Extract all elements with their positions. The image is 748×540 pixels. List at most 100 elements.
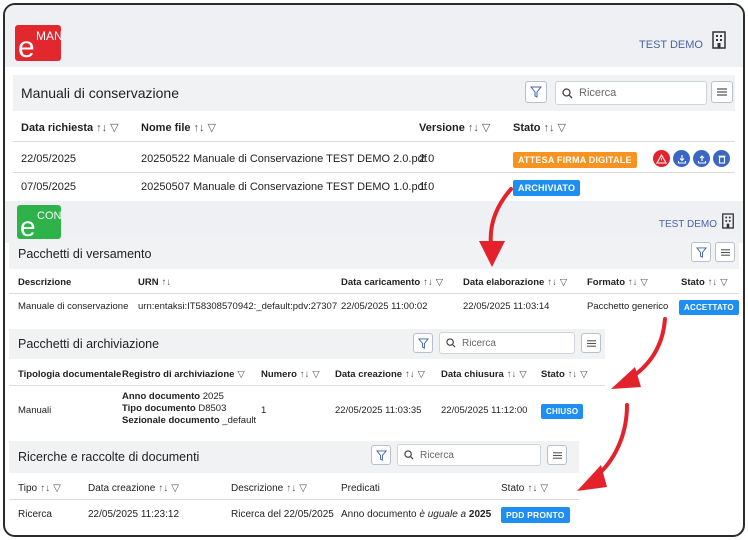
ricerche-filter-button[interactable] [371,445,391,465]
versamento-descrizione: Manuale di conservazione [18,301,129,312]
col-data-creazione[interactable]: Data creazione ↑↓ ▽ [335,369,425,380]
col-formato[interactable]: Formato ↑↓ ▽ [587,277,648,288]
sort-icon: ↑↓ [161,277,172,288]
sort-icon: ↑↓ [547,277,557,288]
sort-icon: ↑↓ [40,483,51,494]
eman-logo: e MAN [15,25,63,61]
trash-icon [718,155,725,164]
filter-icon: ▽ [237,369,245,380]
col-registro[interactable]: Registro di archiviazione ▽ [122,369,245,380]
col-stato[interactable]: Stato ↑↓ ▽ [541,369,588,380]
versamento-filter-button[interactable] [691,242,711,262]
divider [9,293,739,294]
sort-icon: ↑↓ [96,122,108,134]
sort-icon: ↑↓ [467,122,479,134]
sort-icon: ↑↓ [506,369,517,380]
ricerche-descrizione[interactable]: Ricerca del 22/05/2025 [231,509,334,520]
row2-file[interactable]: 20250507 Manuale di Conservazione TEST D… [141,181,427,193]
arrow-annotation [611,317,667,389]
filter-icon: ▽ [519,369,527,380]
manuali-menu-button[interactable] [711,81,733,103]
menu-icon [586,339,596,347]
building-icon[interactable] [711,31,727,49]
building-icon[interactable] [721,213,735,229]
sort-icon: ↑↓ [423,277,433,288]
filter-icon: ▽ [53,483,61,494]
divider [13,172,735,173]
filter-icon: ▽ [171,483,179,494]
col-data-chiusura[interactable]: Data chiusura ↑↓ ▽ [441,369,527,380]
filter-icon: ▽ [720,277,728,288]
menu-icon [552,451,562,459]
eman-logo-text: MAN [36,29,63,43]
delete-button[interactable] [713,150,730,167]
col-nome-file[interactable]: Nome file ↑↓ ▽ [141,121,216,134]
search-icon [404,450,414,460]
filter-icon [375,449,387,461]
archiviazione-filter-button[interactable] [413,333,433,353]
versamento-title: Pacchetti di versamento [18,247,152,261]
archiviazione-creazione: 22/05/2025 11:03:35 [335,405,422,416]
download-icon [677,154,686,164]
versamento-formato: Pacchetto generico [587,301,669,312]
filter-icon [695,246,707,258]
ricerche-search-input[interactable]: Ricerca [397,444,541,466]
manuali-filter-button[interactable] [525,81,547,103]
manuali-title: Manuali di conservazione [21,85,179,101]
col-stato[interactable]: Stato ↑↓ ▽ [513,121,566,134]
filter-icon: ▽ [299,483,307,494]
warning-button[interactable] [653,150,670,167]
versamento-urn[interactable]: urn:entaksi:IT58308570942:_default:pdv:2… [138,301,337,312]
screenshot-frame: e MAN TEST DEMO Manuali di conservazione… [3,3,745,537]
filter-icon: ▽ [557,122,566,134]
sort-icon: ↑↓ [707,277,718,288]
sort-icon: ↑↓ [286,483,297,494]
filter-icon [530,86,542,98]
archiviazione-menu-button[interactable] [581,333,601,353]
status-badge: ACCETTATO [679,300,739,315]
col-data-richiesta[interactable]: Data richiesta ↑↓ ▽ [21,121,119,134]
filter-icon: ▽ [481,122,491,134]
col-data-creazione[interactable]: Data creazione ↑↓ ▽ [88,483,179,494]
col-predicati[interactable]: Predicati [341,483,380,494]
arrow-annotation [577,403,629,491]
col-tipologia[interactable]: Tipologia documentale [18,369,121,380]
col-versione[interactable]: Versione ↑↓ ▽ [419,121,490,134]
row1-file[interactable]: 20250522 Manuale di Conservazione TEST D… [141,153,427,165]
econ-org-name[interactable]: TEST DEMO [659,219,717,230]
search-placeholder: Ricerca [462,337,496,349]
arrow-annotation [479,187,513,267]
manuali-search-input[interactable]: Ricerca [555,81,707,105]
ricerche-menu-button[interactable] [547,445,567,465]
col-data-caricamento[interactable]: Data caricamento ↑↓ ▽ [341,277,443,288]
archiviazione-title: Pacchetti di archiviazione [18,337,160,351]
col-data-elaborazione[interactable]: Data elaborazione ↑↓ ▽ [463,277,567,288]
versamento-menu-button[interactable] [715,242,735,262]
ricerche-title: Ricerche e raccolte di documenti [18,450,200,464]
filter-icon: ▽ [580,369,588,380]
search-icon [562,87,573,98]
econ-logo: e CON [17,205,62,241]
col-tipo[interactable]: Tipo ↑↓ ▽ [18,483,61,494]
row1-versione: 2.0 [419,153,435,165]
search-placeholder: Ricerca [420,449,454,461]
archiviazione-search-input[interactable]: Ricerca [439,332,575,354]
download-button[interactable] [673,150,690,167]
org-name[interactable]: TEST DEMO [639,39,703,51]
sort-icon: ↑↓ [193,122,205,134]
col-numero[interactable]: Numero ↑↓ ▽ [261,369,320,380]
archiviazione-chiusura: 22/05/2025 11:12:00 [441,405,528,416]
col-urn[interactable]: URN ↑↓ [138,277,171,288]
sort-icon: ↑↓ [158,483,169,494]
col-descrizione[interactable]: Descrizione [18,277,71,288]
col-descrizione[interactable]: Descrizione ↑↓ ▽ [231,483,307,494]
col-stato[interactable]: Stato ↑↓ ▽ [501,483,548,494]
sort-icon: ↑↓ [543,122,555,134]
versamento-elaborazione: 22/05/2025 11:03:14 [463,301,550,312]
upload-button[interactable] [693,150,710,167]
filter-icon: ▽ [559,277,568,288]
col-stato[interactable]: Stato ↑↓ ▽ [681,277,728,288]
status-badge: PDD PRONTO [501,507,570,523]
row2-data: 07/05/2025 [21,181,77,193]
ricerche-predicati: Anno documento è uguale a 2025 [341,509,492,520]
